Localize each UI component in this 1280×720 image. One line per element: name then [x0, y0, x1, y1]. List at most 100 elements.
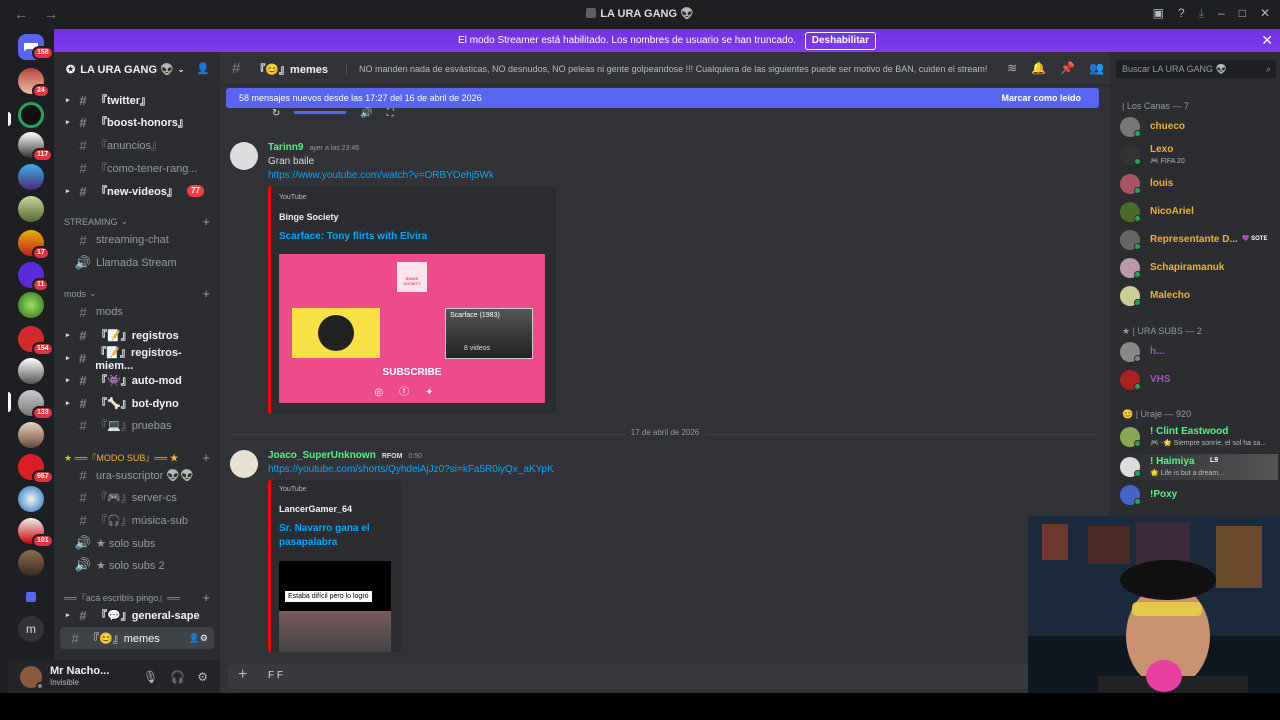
channel-registros[interactable]: ▸ # 『📝』registros — [54, 324, 216, 346]
member-item[interactable]: Schapiramanuk — [1120, 255, 1278, 281]
search-icon: ⌕ — [1265, 64, 1271, 74]
category-aca-escribis-pingo[interactable]: ══『acá escribís pingo』══ + — [64, 590, 214, 605]
member-item[interactable]: Malecho — [1120, 283, 1278, 309]
username[interactable]: Mr Nacho... Invisible — [50, 665, 109, 689]
mark-as-read-button[interactable]: Marcar como leído — [1001, 88, 1081, 108]
banner-close-icon[interactable]: ✕ — [1261, 29, 1273, 52]
folder-icon[interactable] — [18, 584, 44, 610]
maximize-icon[interactable]: □ — [1239, 6, 1246, 21]
gear-icon[interactable]: ⚙ — [197, 670, 208, 684]
help-icon[interactable]: ? — [1178, 6, 1185, 21]
member-item[interactable]: ! Clint Eastwood 🎮 -🌟 Siempre sonríe, el … — [1120, 424, 1278, 450]
channel-mods[interactable]: # mods — [54, 301, 216, 323]
new-messages-bar[interactable]: 58 mensajes nuevos desde las 17:27 del 1… — [226, 88, 1099, 108]
video-thumbnail[interactable]: Estaba difícil pero lo logró — [279, 561, 391, 652]
member-item[interactable]: VHS — [1120, 367, 1278, 393]
member-item[interactable]: ! Haimiya L9 🌟 Life is but a dream... — [1120, 454, 1278, 480]
member-item[interactable]: chueco — [1120, 114, 1278, 140]
volume-icon[interactable]: 🔊 — [360, 108, 372, 119]
add-channel-icon[interactable]: + — [202, 214, 210, 229]
member-item[interactable]: Representante D... 💜 SOTE — [1120, 227, 1278, 253]
member-item[interactable]: NicoAriel — [1120, 199, 1278, 225]
message-composer[interactable]: + F F 🎁 ▤ ◫ — [228, 664, 1102, 689]
guild-badge: 117 — [32, 148, 54, 162]
member-item[interactable]: Lexo 🎮 FIFA 20 — [1120, 142, 1278, 168]
add-channel-icon[interactable]: + — [202, 450, 210, 465]
guild-icon[interactable] — [18, 486, 44, 512]
video-thumbnail[interactable]: BINGE SOCIETY Scarface (1983) 8 videos S… — [279, 254, 545, 403]
status-indicator — [1134, 498, 1141, 505]
threads-icon[interactable]: ≋ — [1007, 61, 1017, 75]
invite-people-icon[interactable]: 👤 — [196, 62, 210, 75]
microphone-icon[interactable]: 🎙 — [143, 670, 158, 684]
message-author[interactable]: Joaco_SuperUnknown RFOM 0:50 — [268, 450, 768, 461]
search-input[interactable]: Buscar LA URA GANG 👽 ⌕ — [1116, 60, 1276, 78]
add-attachment-icon[interactable]: + — [238, 666, 247, 684]
channel-new-videos[interactable]: ▸ # 『new-videos』 77 — [54, 180, 216, 202]
streamer-mode-banner: El modo Streamer está habilitado. Los no… — [54, 29, 1280, 52]
category-mods[interactable]: mods ⌄ + — [64, 286, 214, 301]
channel-streaming-chat[interactable]: # streaming-chat — [54, 229, 216, 251]
channel-ura-suscriptor[interactable]: # ura-suscriptor 👽👽 — [54, 464, 216, 486]
guild-icon[interactable] — [18, 102, 44, 128]
title-bar: ← → LA URA GANG 👽 ▣ ? ⤓ – □ ✕ — [0, 0, 1280, 28]
member-item[interactable]: h... — [1120, 339, 1278, 365]
avatar[interactable] — [20, 665, 44, 690]
inbox-icon[interactable]: ▣ — [1153, 6, 1164, 21]
video-frame — [279, 611, 391, 652]
member-group-label: ★ | URA SUBS — 2 — [1122, 326, 1202, 336]
close-window-icon[interactable]: ✕ — [1260, 6, 1270, 21]
member-tag: L9 — [1210, 457, 1219, 464]
guild-letter-icon[interactable]: m — [18, 616, 44, 642]
member-group-label: | Los Canas — 7 — [1122, 101, 1189, 111]
fullscreen-icon[interactable]: ⛶ — [387, 108, 394, 119]
chevron-down-icon: ⌄ — [89, 288, 97, 298]
avatar[interactable] — [230, 450, 258, 478]
message-link[interactable]: https://youtube.com/shorts/QyhdeiAjJz0?s… — [268, 464, 768, 475]
channel-general-sape[interactable]: ▸ # 『💬』general-sape — [54, 604, 216, 626]
disable-streamer-button[interactable]: Deshabilitar — [804, 32, 876, 50]
members-icon[interactable]: 👥 — [1089, 61, 1104, 75]
category-modo-sub[interactable]: ★ ══『MODO SUB』══ ★ + — [64, 450, 214, 465]
channel-twitter[interactable]: ▸ # 『twitter』 — [54, 89, 216, 111]
guild-icon[interactable] — [18, 292, 44, 318]
guild-icon[interactable] — [18, 358, 44, 384]
add-channel-icon[interactable]: + — [202, 286, 210, 301]
bell-icon[interactable]: 🔔 — [1031, 61, 1046, 75]
channel-bot-dyno[interactable]: ▸ # 『🦴』bot-dyno — [54, 392, 216, 414]
channel-solo-subs-2[interactable]: 🔊 ★ solo subs 2 — [54, 554, 216, 576]
category-streaming[interactable]: STREAMING ⌄ + — [64, 214, 214, 229]
channel-settings-icon[interactable]: 👤⚙ — [189, 633, 208, 644]
pin-icon[interactable]: 📌 — [1060, 61, 1075, 75]
message-link[interactable]: https://www.youtube.com/watch?v=ORBYOehj… — [268, 170, 668, 181]
headphones-icon[interactable]: 🎧 — [170, 670, 185, 684]
guild-icon[interactable] — [18, 550, 44, 576]
replay-icon[interactable]: ↻ — [272, 108, 280, 119]
channel-server-cs[interactable]: # 『🎮』server-cs — [54, 486, 216, 508]
server-header[interactable]: ✪ LA URA GANG 👽 ⌄ 👤 — [54, 52, 220, 86]
message-author[interactable]: Tarinn9 ayer a las 23:46 — [268, 142, 668, 153]
channel-memes-selected[interactable]: # 『😊』memes 👤⚙ — [60, 627, 214, 649]
channel-topic[interactable]: NO manden nada de esvásticas, NO desnudo… — [345, 63, 987, 74]
channel-registros-miembros[interactable]: ▸ # 『📝』registros-miem... — [54, 347, 216, 372]
channel-como-tener-rango[interactable]: # 『como-tener-rang... — [54, 157, 216, 179]
member-item[interactable]: !Poxy — [1120, 482, 1278, 508]
media-progress[interactable] — [294, 111, 347, 114]
bottom-bar — [0, 693, 1280, 720]
channel-boost-honors[interactable]: ▸ # 『boost-honors』 — [54, 111, 216, 133]
guild-icon[interactable] — [18, 196, 44, 222]
minimize-icon[interactable]: – — [1218, 6, 1225, 21]
channel-auto-mod[interactable]: ▸ # 『👾』auto-mod — [54, 369, 216, 391]
avatar[interactable] — [230, 142, 258, 170]
download-icon[interactable]: ⤓ — [1199, 6, 1204, 21]
channel-pruebas[interactable]: # 『💻』pruebas — [54, 414, 216, 436]
member-item[interactable]: louis — [1120, 171, 1278, 197]
composer-input[interactable]: F F — [268, 670, 283, 681]
guild-icon[interactable] — [18, 422, 44, 448]
guild-icon[interactable] — [18, 164, 44, 190]
channel-anuncios[interactable]: # 『anuncios』 — [54, 134, 216, 156]
channel-solo-subs[interactable]: 🔊 ★ solo subs — [54, 532, 216, 554]
channel-llamada-stream[interactable]: 🔊 Llamada Stream — [54, 252, 216, 274]
channel-musica-sub[interactable]: # 『🎧』música-sub — [54, 509, 216, 531]
add-channel-icon[interactable]: + — [202, 590, 210, 605]
